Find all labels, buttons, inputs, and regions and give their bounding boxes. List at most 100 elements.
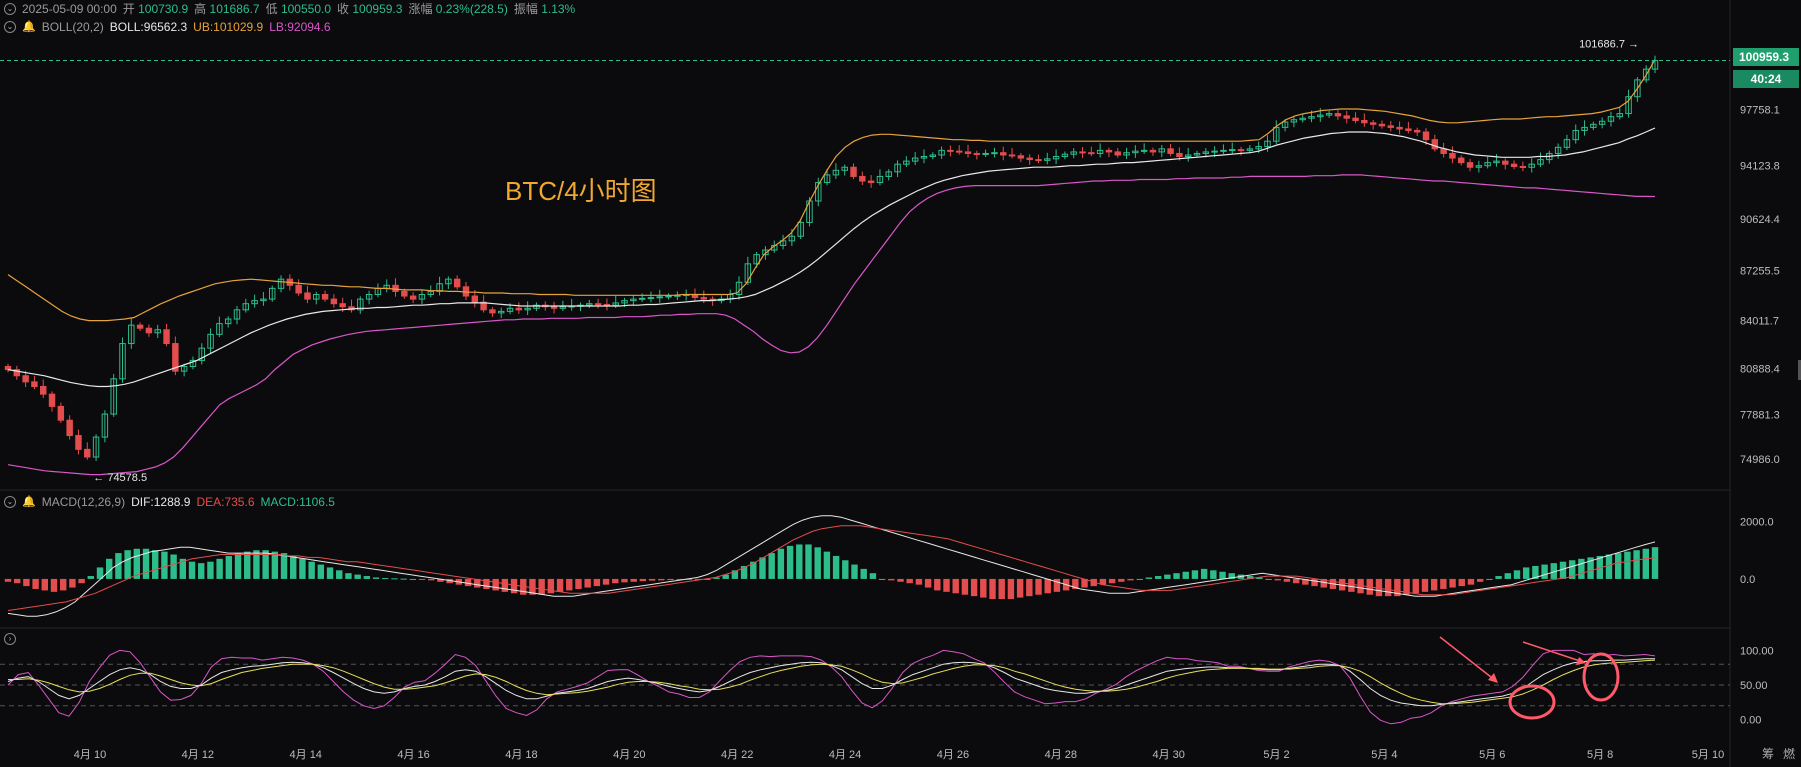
macd-histogram-bar <box>768 553 775 579</box>
macd-histogram-bar <box>60 578 67 591</box>
macd-histogram-bar <box>87 576 95 579</box>
candle-body <box>1466 162 1474 168</box>
time-axis-tick: 4月 24 <box>829 749 861 761</box>
candle-body <box>1167 148 1174 154</box>
last-price-tag: 100959.3 <box>1733 48 1799 66</box>
macd-histogram-bar <box>4 578 12 582</box>
close-value: 100959.3 <box>352 2 403 16</box>
ohlc-header: ⌄ 2025-05-09 00:00 开 100730.9 高 101686.7… <box>0 0 575 18</box>
macd-histogram-bar <box>869 573 877 579</box>
kdj-header: › <box>0 630 16 648</box>
macd-histogram-bar <box>952 578 959 594</box>
candle-body <box>656 296 663 299</box>
bell-icon[interactable]: 🔔 <box>22 493 36 511</box>
candle-body <box>1334 113 1342 117</box>
macd-histogram-bar <box>23 578 30 587</box>
macd-histogram-bar <box>32 578 39 589</box>
candle-body <box>1396 126 1403 130</box>
candle-body <box>1458 157 1465 164</box>
candle-body <box>638 297 646 300</box>
candle-body <box>1387 125 1394 128</box>
chips-button[interactable]: 筹 <box>1762 745 1774 762</box>
candle-body <box>1449 152 1456 159</box>
candle-body <box>1229 149 1236 152</box>
macd-histogram-bar <box>317 564 325 579</box>
macd-histogram-bar <box>602 578 610 585</box>
candle-body <box>1220 149 1227 152</box>
collapse-icon[interactable]: ⌄ <box>4 496 16 508</box>
candle-body <box>1510 163 1518 167</box>
candle-body <box>1378 123 1386 127</box>
macd-histogram-bar <box>1421 578 1429 592</box>
macd-histogram-bar <box>575 578 582 589</box>
macd-histogram-bar <box>170 554 177 579</box>
candle-body <box>1369 122 1377 125</box>
collapse-icon[interactable]: ⌄ <box>4 3 16 15</box>
time-axis-tick: 5月 8 <box>1587 749 1613 761</box>
candle-body <box>453 278 461 288</box>
macd-histogram-bar <box>152 550 159 579</box>
collapse-icon[interactable]: › <box>4 633 16 645</box>
candle-body <box>1079 151 1086 154</box>
macd-histogram-bar <box>1449 578 1456 588</box>
macd-histogram-bar <box>1265 578 1272 580</box>
macd-histogram-bar <box>50 578 58 592</box>
candle-body <box>1361 119 1368 124</box>
bell-icon[interactable]: 🔔 <box>22 18 36 36</box>
candle-body <box>57 405 65 421</box>
macd-histogram-bar <box>906 578 913 584</box>
macd-histogram-bar <box>970 578 978 597</box>
candle-body <box>859 175 866 182</box>
macd-histogram-bar <box>1642 548 1650 579</box>
macd-histogram-bar <box>759 557 766 579</box>
candle-body <box>489 309 496 314</box>
candle-body <box>163 329 170 345</box>
macd-histogram-bar <box>345 573 352 579</box>
amp-value: 1.13% <box>541 2 576 16</box>
price-axis-tick: 87255.5 <box>1740 266 1780 278</box>
macd-histogram-bar <box>428 578 435 581</box>
macd-histogram-bar <box>998 578 1005 600</box>
burn-button[interactable]: 燃 <box>1783 745 1795 762</box>
macd-histogram-bar <box>1605 554 1613 579</box>
macd-histogram-bar <box>234 553 242 579</box>
macd-histogram-bar <box>1007 578 1015 600</box>
candle-body <box>409 295 417 300</box>
time-axis-tick: 4月 28 <box>1045 749 1077 761</box>
boll-lower-line <box>7 174 1656 476</box>
open-label: 开 <box>122 2 135 16</box>
macd-histogram-bar <box>934 578 941 591</box>
candle-body <box>1008 154 1016 157</box>
macd-histogram-bar <box>1486 578 1493 580</box>
low-value: 100550.0 <box>280 2 332 16</box>
candle-body <box>136 324 144 329</box>
amp-label: 振幅 <box>513 2 538 16</box>
collapse-icon[interactable]: ⌄ <box>4 21 16 33</box>
candle-body <box>22 375 29 383</box>
macd-histogram-bar <box>639 578 647 582</box>
macd-histogram-bar <box>1118 578 1125 582</box>
candle-body <box>1422 131 1430 141</box>
macd-histogram-bar <box>1219 571 1226 579</box>
macd-histogram-bar <box>271 551 279 579</box>
macd-histogram-bar <box>280 553 288 579</box>
macd-histogram-bar <box>1513 570 1521 579</box>
candle-body <box>1519 165 1527 168</box>
candle-body <box>973 152 981 155</box>
macd-histogram-bar <box>1182 571 1189 579</box>
macd-histogram-bar <box>851 564 858 579</box>
macd-histogram-bar <box>198 563 205 579</box>
chart-canvas[interactable]: 97758.1 94123.8 90624.4 87255.5 84011.7 80888… <box>0 0 1801 767</box>
candle-body <box>947 149 954 152</box>
price-axis-tick: 84011.7 <box>1740 315 1779 327</box>
candle-body <box>1149 149 1157 153</box>
macd-histogram-bar <box>1283 578 1291 582</box>
macd-histogram-bar <box>13 578 21 584</box>
macd-histogram-bar <box>621 578 628 583</box>
macd-histogram-bar <box>538 578 545 595</box>
macd-histogram-bar <box>418 578 426 580</box>
macd-histogram-bar <box>786 545 794 579</box>
candle-body <box>1343 115 1350 119</box>
macd-histogram-bar <box>382 578 389 580</box>
macd-histogram-bar <box>492 578 499 591</box>
